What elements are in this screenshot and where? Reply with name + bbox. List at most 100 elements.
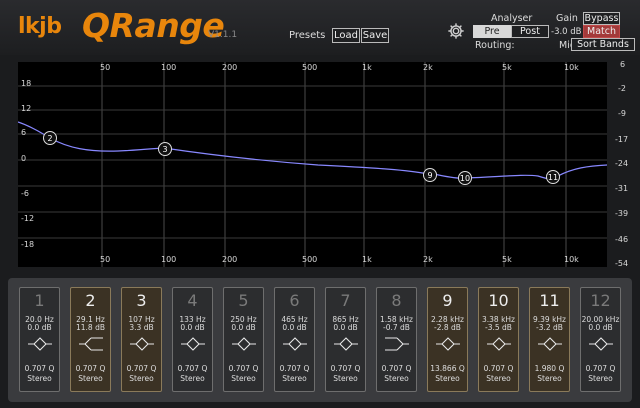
band-gain[interactable]: -0.7 dB: [377, 323, 416, 332]
analyser-post-button[interactable]: Post: [511, 25, 549, 38]
presets-label: Presets: [289, 30, 326, 41]
band-card-3[interactable]: 3 107 Hz 3.3 dB 0.707 Q Stereo: [121, 287, 162, 392]
match-button[interactable]: Match: [583, 25, 620, 38]
band-card-1[interactable]: 1 20.0 Hz 0.0 dB 0.707 Q Stereo: [19, 287, 60, 392]
band-q[interactable]: 0.707 Q: [20, 364, 59, 373]
freq-label: 5k: [502, 63, 512, 72]
freq-label: 1k: [362, 63, 372, 72]
band-q[interactable]: 0.707 Q: [377, 364, 416, 373]
band-mode[interactable]: Stereo: [428, 374, 467, 383]
bell-filter-icon[interactable]: [436, 334, 460, 354]
band-mode[interactable]: Stereo: [173, 374, 212, 383]
band-gain[interactable]: 0.0 dB: [224, 323, 263, 332]
band-gain[interactable]: 0.0 dB: [20, 323, 59, 332]
band-q[interactable]: 0.707 Q: [224, 364, 263, 373]
db-label-left: -6: [21, 189, 29, 198]
analyser-pre-button[interactable]: Pre: [473, 25, 511, 38]
band-gain[interactable]: 0.0 dB: [173, 323, 212, 332]
db-label-left: 12: [21, 104, 32, 113]
bell-filter-icon[interactable]: [487, 334, 511, 354]
band-mode[interactable]: Stereo: [122, 374, 161, 383]
band-card-2[interactable]: 2 29.1 Hz 11.8 dB 0.707 Q Stereo: [70, 287, 111, 392]
band-q[interactable]: 0.707 Q: [275, 364, 314, 373]
band-mode[interactable]: Stereo: [71, 374, 110, 383]
eq-graph[interactable]: 50 100 200 500 1k 2k 5k 10k 50 100 200 5…: [18, 62, 607, 267]
brand-logo: lkjb: [18, 14, 62, 39]
sort-bands-button[interactable]: Sort Bands: [571, 38, 635, 51]
db-label-left: 18: [21, 79, 32, 88]
freq-label: 50: [100, 63, 111, 72]
header: lkjb QRange V1.1.1 Presets Load Save Ana…: [0, 0, 640, 55]
gain-value[interactable]: -3.0 dB: [551, 27, 582, 37]
band-gain[interactable]: -3.5 dB: [479, 323, 518, 332]
band-card-10[interactable]: 10 3.38 kHz -3.5 dB 0.707 Q Stereo: [478, 287, 519, 392]
db-label-right: -9: [618, 109, 626, 118]
band-card-11[interactable]: 11 9.39 kHz -3.2 dB 1.980 Q Stereo: [529, 287, 570, 392]
band-mode[interactable]: Stereo: [581, 374, 620, 383]
band-q[interactable]: 1.980 Q: [530, 364, 569, 373]
band-mode[interactable]: Stereo: [377, 374, 416, 383]
db-label-right: -46: [615, 235, 629, 244]
bell-filter-icon[interactable]: [130, 334, 154, 354]
product-logo: QRange: [82, 6, 225, 45]
freq-label: 500: [302, 255, 318, 264]
band-card-7[interactable]: 7 865 Hz 0.0 dB 0.707 Q Stereo: [325, 287, 366, 392]
band-card-6[interactable]: 6 465 Hz 0.0 dB 0.707 Q Stereo: [274, 287, 315, 392]
band-q[interactable]: 0.707 Q: [326, 364, 365, 373]
lowshelf-filter-icon[interactable]: [79, 334, 103, 354]
bell-filter-icon[interactable]: [181, 334, 205, 354]
band-gain[interactable]: 0.0 dB: [275, 323, 314, 332]
gain-label: Gain: [556, 13, 578, 24]
db-label-right: -24: [615, 159, 629, 168]
band-card-4[interactable]: 4 133 Hz 0.0 dB 0.707 Q Stereo: [172, 287, 213, 392]
band-card-5[interactable]: 5 250 Hz 0.0 dB 0.707 Q Stereo: [223, 287, 264, 392]
band-number: 9: [442, 291, 453, 310]
band-mode[interactable]: Stereo: [275, 374, 314, 383]
load-button[interactable]: Load: [332, 28, 360, 43]
bell-filter-icon[interactable]: [232, 334, 256, 354]
band-number: 5: [238, 291, 249, 310]
band-mode[interactable]: Stereo: [326, 374, 365, 383]
band-strip: 1 20.0 Hz 0.0 dB 0.707 Q Stereo 2 29.1 Hz 11.8 …: [8, 278, 632, 402]
db-label-left: -12: [21, 214, 35, 223]
bell-filter-icon[interactable]: [28, 334, 52, 354]
band-mode[interactable]: Stereo: [530, 374, 569, 383]
bell-filter-icon[interactable]: [283, 334, 307, 354]
band-q[interactable]: 0.707 Q: [122, 364, 161, 373]
band-mode[interactable]: Stereo: [479, 374, 518, 383]
freq-label: 50: [100, 255, 111, 264]
band-mode[interactable]: Stereo: [224, 374, 263, 383]
db-label-right: -31: [615, 184, 629, 193]
band-q[interactable]: 0.707 Q: [581, 364, 620, 373]
db-label-left: -18: [21, 240, 35, 249]
band-card-12[interactable]: 12 20.00 kHz 0.0 dB 0.707 Q Stereo: [580, 287, 621, 392]
band-number: 10: [488, 291, 509, 310]
band-gain[interactable]: -3.2 dB: [530, 323, 569, 332]
band-gain[interactable]: 11.8 dB: [71, 323, 110, 332]
freq-label: 5k: [502, 255, 512, 264]
bell-filter-icon[interactable]: [334, 334, 358, 354]
band-gain[interactable]: 3.3 dB: [122, 323, 161, 332]
band-q[interactable]: 0.707 Q: [71, 364, 110, 373]
band-number: 12: [590, 291, 611, 310]
analyser-panel: Analyser Pre Post Gain -3.0 dB Bypass Ma…: [473, 12, 635, 52]
bell-filter-icon[interactable]: [589, 334, 613, 354]
freq-label: 500: [302, 63, 318, 72]
db-label-right: -39: [615, 209, 629, 218]
save-button[interactable]: Save: [361, 28, 389, 43]
band-gain[interactable]: -2.8 dB: [428, 323, 467, 332]
band-mode[interactable]: Stereo: [20, 374, 59, 383]
gear-icon[interactable]: [447, 22, 465, 40]
bell-filter-icon[interactable]: [538, 334, 562, 354]
band-gain[interactable]: 0.0 dB: [326, 323, 365, 332]
band-q[interactable]: 13.866 Q: [428, 364, 467, 373]
band-q[interactable]: 0.707 Q: [173, 364, 212, 373]
freq-label: 200: [222, 255, 238, 264]
band-card-9[interactable]: 9 2.28 kHz -2.8 dB 13.866 Q Stereo: [427, 287, 468, 392]
band-number: 4: [187, 291, 198, 310]
bypass-button[interactable]: Bypass: [583, 12, 620, 25]
highshelf-filter-icon[interactable]: [385, 334, 409, 354]
band-gain[interactable]: 0.0 dB: [581, 323, 620, 332]
band-q[interactable]: 0.707 Q: [479, 364, 518, 373]
band-card-8[interactable]: 8 1.58 kHz -0.7 dB 0.707 Q Stereo: [376, 287, 417, 392]
